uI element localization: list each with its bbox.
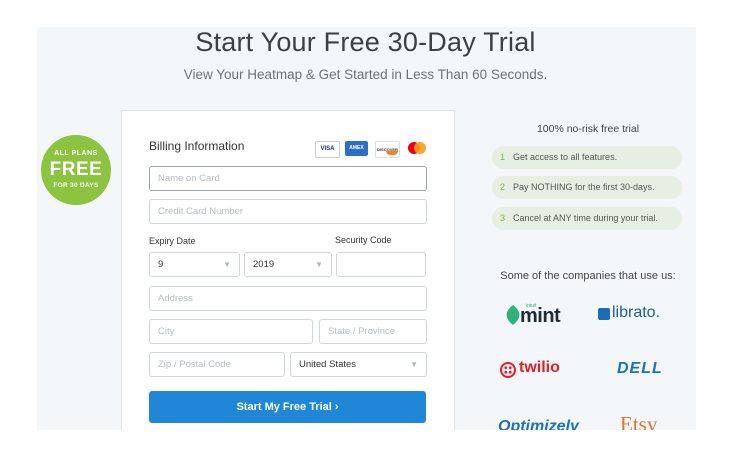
twilio-logo-text: twilio [519,359,560,376]
step-text: Pay NOTHING for the first 30-days. [513,182,655,192]
free-plans-badge: ALL PLANS FREE FOR 30 DAYS [41,135,111,205]
expiry-label: Expiry Date [149,236,196,246]
step-text: Get access to all features. [513,152,618,162]
zip-field[interactable]: Zip / Postal Code [149,352,285,377]
badge-line-2: FREE [49,159,103,180]
name-on-card-field[interactable]: Name on Card [149,166,427,191]
mastercard-card-icon [405,141,428,156]
security-code-field[interactable] [336,252,426,277]
page-subtitle: View Your Heatmap & Get Started in Less … [183,67,548,82]
badge-line-3: FOR 30 DAYS [53,182,99,189]
trial-step-3: 3 Cancel at ANY time during your trial. [492,207,682,230]
expiry-month-value: 9 [158,259,164,270]
expiry-month-select[interactable]: 9 ▼ [149,252,240,277]
step-text: Cancel at ANY time during your trial. [513,213,658,223]
librato-logo-text: librato. [612,304,661,321]
companies-heading: Some of the companies that use us: [500,270,676,282]
twilio-circle-icon [500,362,516,378]
step-number: 3 [500,213,506,223]
expiry-year-value: 2019 [253,259,275,270]
trial-step-1: 1 Get access to all features. [492,146,682,169]
step-number: 1 [500,152,506,162]
page-title: Start Your Free 30-Day Trial [195,27,536,57]
trial-heading: 100% no-risk free trial [536,123,640,135]
country-select[interactable]: United States ▼ [290,352,427,377]
librato-square-icon [598,308,610,320]
chevron-down-icon: ▼ [223,260,231,269]
security-code-label: Security Code [335,235,392,245]
dell-logo: DELL [617,360,663,377]
billing-form-card: Billing Information VISA AMEX DISCOVER N… [121,110,455,432]
start-trial-button[interactable]: Start My Free Trial › [149,391,426,423]
chevron-down-icon: ▼ [410,360,418,369]
trial-step-2: 2 Pay NOTHING for the first 30-days. [492,176,682,199]
card-number-field[interactable]: Credit Card Number [149,199,427,224]
address-field[interactable]: Address [149,286,427,311]
billing-title: Billing Information [149,139,245,153]
expiry-year-select[interactable]: 2019 ▼ [244,252,332,277]
amex-card-icon: AMEX [345,141,368,156]
chevron-down-icon: ▼ [315,260,323,269]
page-bottom-cover [0,430,731,462]
city-field[interactable]: City [149,319,313,344]
state-field[interactable]: State / Province [319,319,427,344]
visa-card-icon: VISA [315,141,340,158]
step-number: 2 [500,182,506,192]
mint-logo-text: mint [520,305,561,327]
badge-line-1: ALL PLANS [54,150,98,157]
discover-card-icon: DISCOVER [375,141,400,158]
country-value: United States [299,359,357,370]
